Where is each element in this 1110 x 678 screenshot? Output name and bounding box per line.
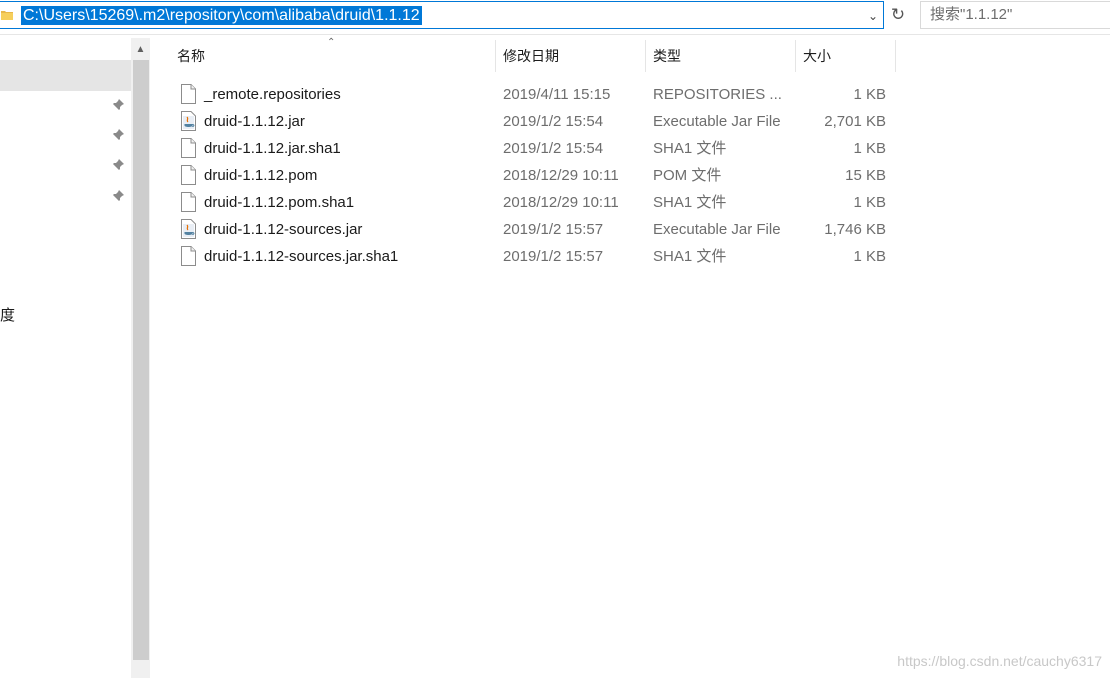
- file-type: Executable Jar File: [653, 221, 781, 238]
- file-type: SHA1 文件: [653, 140, 727, 157]
- column-divider[interactable]: [895, 40, 896, 72]
- file-type: Executable Jar File: [653, 113, 781, 130]
- folder-icon: [1, 11, 13, 20]
- file-name[interactable]: druid-1.1.12.pom.sha1: [204, 188, 354, 217]
- file-date: 2019/1/2 15:54: [503, 140, 604, 157]
- file-icon: [180, 192, 197, 212]
- file-icon: [180, 84, 197, 104]
- watermark: https://blog.csdn.net/cauchy6317: [897, 653, 1102, 669]
- pin-icon[interactable]: [111, 158, 125, 172]
- table-row[interactable]: druid-1.1.12.pom 2018/12/29 10:11 POM 文件…: [150, 161, 910, 188]
- file-type: REPOSITORIES ...: [653, 86, 782, 103]
- pin-icon[interactable]: [111, 128, 125, 142]
- table-row[interactable]: druid-1.1.12.jar 2019/1/2 15:54 Executab…: [150, 107, 910, 134]
- file-name[interactable]: _remote.repositories: [204, 80, 341, 109]
- file-date: 2019/1/2 15:57: [503, 248, 604, 265]
- table-row[interactable]: druid-1.1.12.pom.sha1 2018/12/29 10:11 S…: [150, 188, 910, 215]
- file-size: 1 KB: [853, 140, 886, 157]
- column-type[interactable]: 类型: [646, 38, 796, 72]
- file-size: 1 KB: [853, 248, 886, 265]
- chevron-down-icon[interactable]: ⌄: [865, 8, 881, 24]
- file-date: 2019/1/2 15:57: [503, 221, 604, 238]
- file-list: _remote.repositories 2019/4/11 15:15 REP…: [150, 80, 910, 269]
- column-header: 名称 修改日期 类型 大小: [150, 38, 1110, 72]
- navigation-pane: 度: [0, 38, 131, 678]
- pin-icon[interactable]: [111, 98, 125, 112]
- file-name[interactable]: druid-1.1.12.jar: [204, 107, 305, 136]
- file-size: 15 KB: [845, 167, 886, 184]
- file-icon: [180, 138, 197, 158]
- table-row[interactable]: druid-1.1.12.jar.sha1 2019/1/2 15:54 SHA…: [150, 134, 910, 161]
- address-path[interactable]: C:\Users\15269\.m2\repository\com\alibab…: [21, 6, 422, 25]
- file-size: 1 KB: [853, 194, 886, 211]
- file-date: 2019/1/2 15:54: [503, 113, 604, 130]
- scrollbar-thumb[interactable]: [133, 60, 149, 660]
- file-date: 2018/12/29 10:11: [503, 194, 619, 211]
- column-size-label: 大小: [803, 48, 831, 64]
- file-type: SHA1 文件: [653, 248, 727, 265]
- column-date[interactable]: 修改日期: [496, 38, 646, 72]
- file-date: 2018/12/29 10:11: [503, 167, 619, 184]
- table-row[interactable]: _remote.repositories 2019/4/11 15:15 REP…: [150, 80, 910, 107]
- sort-ascending-icon: ⌃: [327, 37, 336, 48]
- table-row[interactable]: druid-1.1.12-sources.jar 2019/1/2 15:57 …: [150, 215, 910, 242]
- pin-icon[interactable]: [111, 189, 125, 203]
- nav-item-label[interactable]: 度: [0, 304, 15, 325]
- file-type: SHA1 文件: [653, 194, 727, 211]
- address-toolbar: C:\Users\15269\.m2\repository\com\alibab…: [0, 0, 1110, 35]
- refresh-icon[interactable]: ↻: [886, 1, 910, 29]
- file-name[interactable]: druid-1.1.12.jar.sha1: [204, 134, 341, 163]
- table-row[interactable]: druid-1.1.12-sources.jar.sha1 2019/1/2 1…: [150, 242, 910, 269]
- file-size: 1 KB: [853, 86, 886, 103]
- scroll-up-icon[interactable]: ▲: [131, 42, 150, 58]
- column-name-label: 名称: [177, 48, 205, 64]
- column-date-label: 修改日期: [503, 48, 559, 64]
- column-size[interactable]: 大小: [796, 38, 896, 72]
- java-jar-icon: [180, 219, 197, 239]
- file-icon: [180, 165, 197, 185]
- nav-scrollbar[interactable]: ▲: [131, 38, 150, 678]
- file-name[interactable]: druid-1.1.12-sources.jar: [204, 215, 362, 244]
- column-type-label: 类型: [653, 48, 681, 64]
- file-date: 2019/4/11 15:15: [503, 86, 611, 103]
- file-name[interactable]: druid-1.1.12-sources.jar.sha1: [204, 242, 398, 271]
- java-jar-icon: [180, 111, 197, 131]
- search-input[interactable]: 搜索"1.1.12": [920, 1, 1110, 29]
- nav-selected-item[interactable]: [0, 60, 131, 91]
- file-size: 1,746 KB: [824, 221, 886, 238]
- file-size: 2,701 KB: [824, 113, 886, 130]
- file-icon: [180, 246, 197, 266]
- address-bar[interactable]: C:\Users\15269\.m2\repository\com\alibab…: [0, 1, 884, 29]
- file-type: POM 文件: [653, 167, 722, 184]
- file-name[interactable]: druid-1.1.12.pom: [204, 161, 317, 190]
